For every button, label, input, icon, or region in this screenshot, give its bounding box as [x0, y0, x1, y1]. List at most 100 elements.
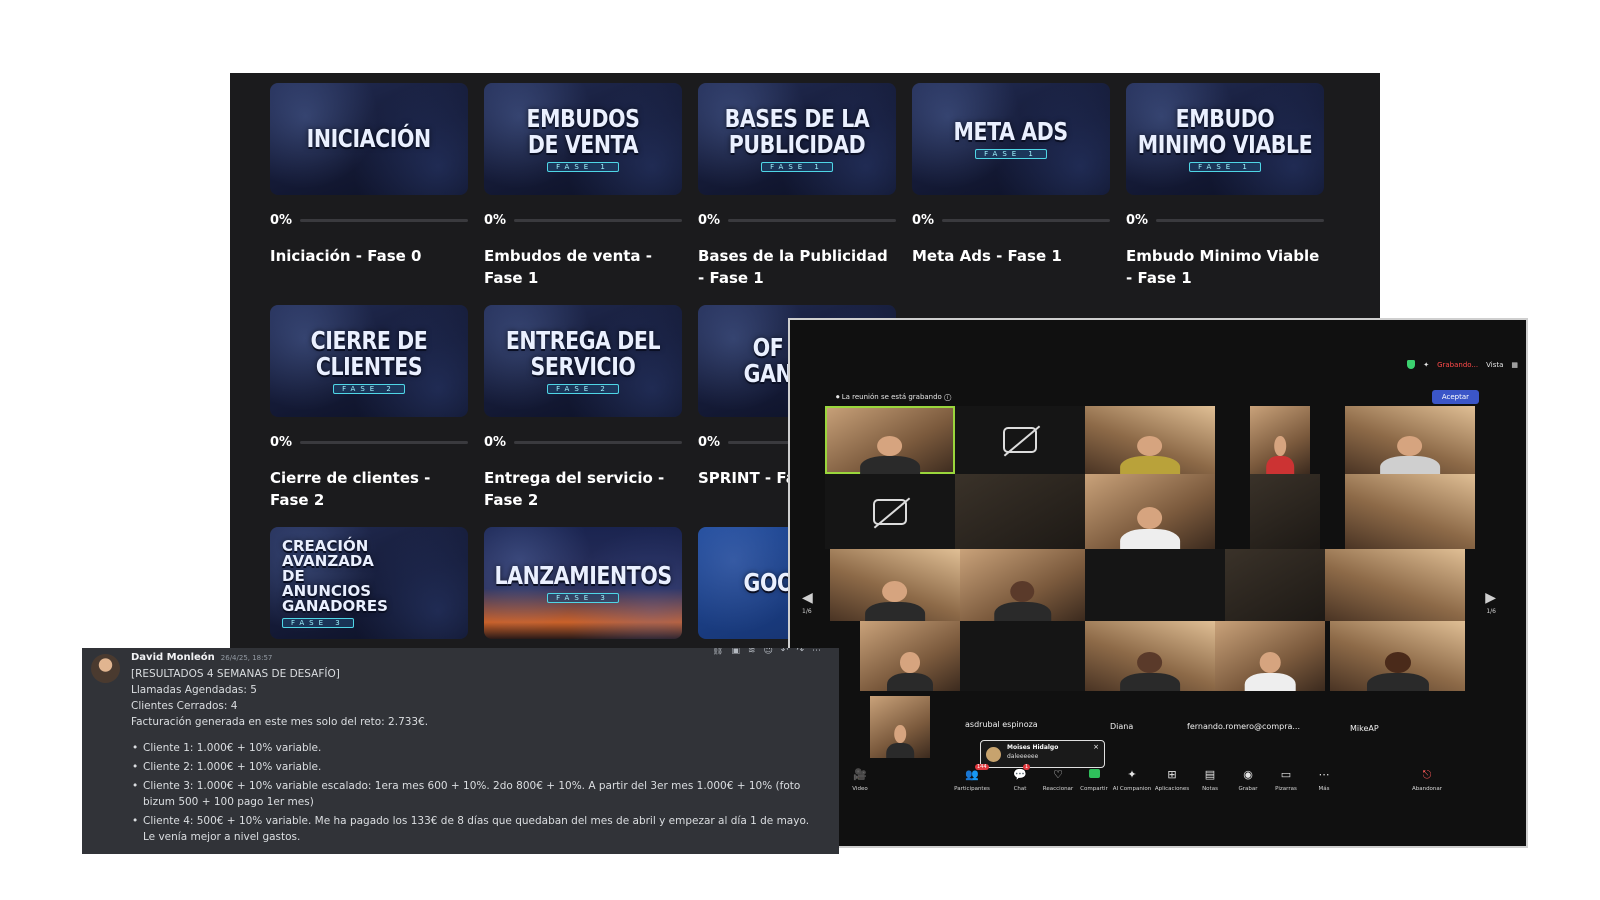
video-button[interactable]: 🎥 Video	[838, 768, 882, 792]
video-tile[interactable]	[955, 406, 1085, 474]
video-tile[interactable]	[1325, 549, 1465, 621]
course-card-lanzamientos[interactable]: LANZAMIENTOS FASE 3	[484, 527, 682, 639]
more-icon: ⋯	[1318, 768, 1330, 781]
course-card-iniciacion[interactable]: INICIACIÓN 0% Iniciación - Fase 0	[270, 83, 468, 267]
avatar	[986, 747, 1001, 762]
message-author[interactable]: David Monleón	[131, 652, 215, 663]
more-button[interactable]: ⋯ Más	[1302, 768, 1346, 792]
course-card-entrega-del-servicio[interactable]: ENTREGA DEL SERVICIO FASE 2 0% Entrega d…	[484, 305, 682, 511]
video-tile[interactable]	[1085, 474, 1215, 549]
chat-notification[interactable]: Moises Hidalgo daleeeeee ×	[980, 740, 1105, 768]
course-thumbnail[interactable]: BASES DE LA PUBLICIDAD FASE 1	[698, 83, 896, 195]
video-tile[interactable]	[830, 549, 960, 621]
course-thumbnail[interactable]: CREACIÓN AVANZADA DE ANUNCIOS GANADORES …	[270, 527, 468, 639]
video-tile[interactable]	[870, 696, 930, 758]
course-progress: 0%	[484, 213, 682, 228]
sparkle-icon: ✦	[1423, 360, 1430, 369]
video-tile[interactable]	[1250, 474, 1320, 549]
next-page-icon[interactable]: ▶	[1485, 590, 1496, 606]
course-card-creacion-avanzada[interactable]: CREACIÓN AVANZADA DE ANUNCIOS GANADORES …	[270, 527, 468, 639]
course-thumbnail[interactable]: LANZAMIENTOS FASE 3	[484, 527, 682, 639]
video-grid	[825, 406, 1485, 761]
video-tile[interactable]	[1345, 406, 1475, 474]
video-meeting-window: ✦ Grabando... Vista ▦ ⏺ La reunión se es…	[788, 318, 1528, 848]
progress-percent: 0%	[698, 434, 721, 450]
video-tile[interactable]	[825, 406, 955, 474]
course-thumbnail[interactable]: META ADS FASE 1	[912, 83, 1110, 195]
view-button[interactable]: Vista	[1486, 361, 1503, 369]
progress-bar	[300, 218, 468, 222]
thumbnail-title: BASES DE LA PUBLICIDAD	[724, 104, 870, 159]
course-title[interactable]: Bases de la Publicidad - Fase 1	[698, 245, 896, 289]
participant-video	[887, 652, 933, 691]
thumbnail-title: EMBUDOS DE VENTA	[526, 104, 640, 159]
list-item: Cliente 3: 1.000€ + 10% variable escalad…	[132, 778, 821, 810]
leave-button[interactable]: ⎋ Abandonar	[1405, 768, 1449, 792]
course-thumbnail[interactable]: EMBUDO MINIMO VIABLE FASE 1	[1126, 83, 1324, 195]
course-card-cierre-de-clientes[interactable]: CIERRE DE CLIENTES FASE 2 0% Cierre de c…	[270, 305, 468, 511]
course-title[interactable]: Cierre de clientes - Fase 2	[270, 467, 468, 511]
course-title[interactable]: Iniciación - Fase 0	[270, 245, 468, 267]
close-icon[interactable]: ×	[1093, 743, 1099, 751]
message-header: David Monleón 26/4/25, 18:57	[131, 652, 272, 663]
chat-sender: Moises Hidalgo	[1007, 744, 1059, 751]
forward-icon[interactable]: ↷	[796, 648, 804, 656]
video-tile[interactable]	[1250, 406, 1310, 474]
progress-bar	[942, 218, 1110, 222]
video-tile[interactable]	[955, 474, 1085, 549]
recording-status[interactable]: Grabando...	[1437, 361, 1478, 369]
ai-companion-button[interactable]: ✦ AI Companion	[1110, 768, 1154, 792]
phase-badge: FASE 1	[761, 162, 833, 172]
participant-count-badge: 144	[975, 764, 989, 770]
course-card-bases-publicidad[interactable]: BASES DE LA PUBLICIDAD FASE 1 0% Bases d…	[698, 83, 896, 289]
emoji-icon[interactable]: ☺	[764, 648, 773, 656]
course-card-embudos-de-venta[interactable]: EMBUDOS DE VENTA FASE 1 0% Embudos de ve…	[484, 83, 682, 289]
course-title[interactable]: Meta Ads - Fase 1	[912, 245, 1110, 267]
progress-percent: 0%	[484, 434, 507, 450]
video-tile[interactable]	[1085, 549, 1225, 621]
previous-page-icon[interactable]: ◀	[802, 590, 813, 606]
phase-badge: FASE 3	[282, 617, 354, 628]
message-line: Clientes Cerrados: 4	[131, 700, 238, 712]
course-thumbnail[interactable]: INICIACIÓN	[270, 83, 468, 195]
video-tile[interactable]	[960, 549, 1085, 621]
video-tile[interactable]	[1345, 474, 1475, 549]
video-tile[interactable]	[1215, 621, 1325, 691]
video-tile[interactable]	[825, 474, 955, 549]
course-thumbnail[interactable]: EMBUDOS DE VENTA FASE 1	[484, 83, 682, 195]
avatar[interactable]	[91, 654, 120, 683]
accept-button[interactable]: Aceptar	[1431, 390, 1479, 404]
progress-percent: 0%	[912, 212, 935, 228]
course-progress: 0%	[270, 435, 468, 450]
reply-icon[interactable]: ↶	[781, 648, 789, 656]
course-thumbnail[interactable]: CIERRE DE CLIENTES FASE 2	[270, 305, 468, 417]
info-icon[interactable]: ⓘ	[944, 393, 951, 401]
video-tile[interactable]	[1225, 549, 1325, 621]
course-title[interactable]: Embudos de venta - Fase 1	[484, 245, 682, 289]
link-icon[interactable]: ⛓	[712, 648, 723, 656]
course-card-embudo-minimo-viable[interactable]: EMBUDO MINIMO VIABLE FASE 1 0% Embudo Mi…	[1126, 83, 1324, 289]
recording-banner: ⏺ La reunión se está grabando ⓘ Aceptar	[830, 386, 1485, 408]
video-tile[interactable]	[1330, 621, 1465, 691]
video-tile[interactable]	[860, 621, 960, 691]
participant-name: asdrubal espinoza	[965, 720, 1038, 729]
grid-icon[interactable]: ▦	[1511, 361, 1518, 369]
wave-icon[interactable]: ≋	[748, 648, 756, 656]
course-title[interactable]: Entrega del servicio - Fase 2	[484, 467, 682, 511]
video-tile[interactable]	[1085, 621, 1215, 691]
message-actions: ⛓ ▣ ≋ ☺ ↶ ↷ ⋯	[712, 648, 821, 656]
participants-button[interactable]: 👥 144 Participantes	[950, 764, 994, 792]
video-tile[interactable]	[1085, 406, 1215, 474]
message-body: [RESULTADOS 4 SEMANAS DE DESAFÍO] Llamad…	[131, 666, 821, 848]
thumbnail-title: ENTREGA DEL SERVICIO	[505, 326, 661, 381]
app-icon[interactable]: ▣	[731, 648, 740, 656]
meeting-status-bar: ✦ Grabando... Vista ▦	[1407, 360, 1518, 369]
progress-bar	[300, 440, 468, 444]
more-icon[interactable]: ⋯	[812, 648, 821, 656]
course-card-meta-ads[interactable]: META ADS FASE 1 0% Meta Ads - Fase 1	[912, 83, 1110, 267]
video-tile[interactable]	[960, 621, 1085, 691]
phase-badge: FASE 1	[975, 149, 1047, 159]
course-thumbnail[interactable]: ENTREGA DEL SERVICIO FASE 2	[484, 305, 682, 417]
course-title[interactable]: Embudo Minimo Viable - Fase 1	[1126, 245, 1324, 289]
participant-video	[860, 436, 920, 474]
